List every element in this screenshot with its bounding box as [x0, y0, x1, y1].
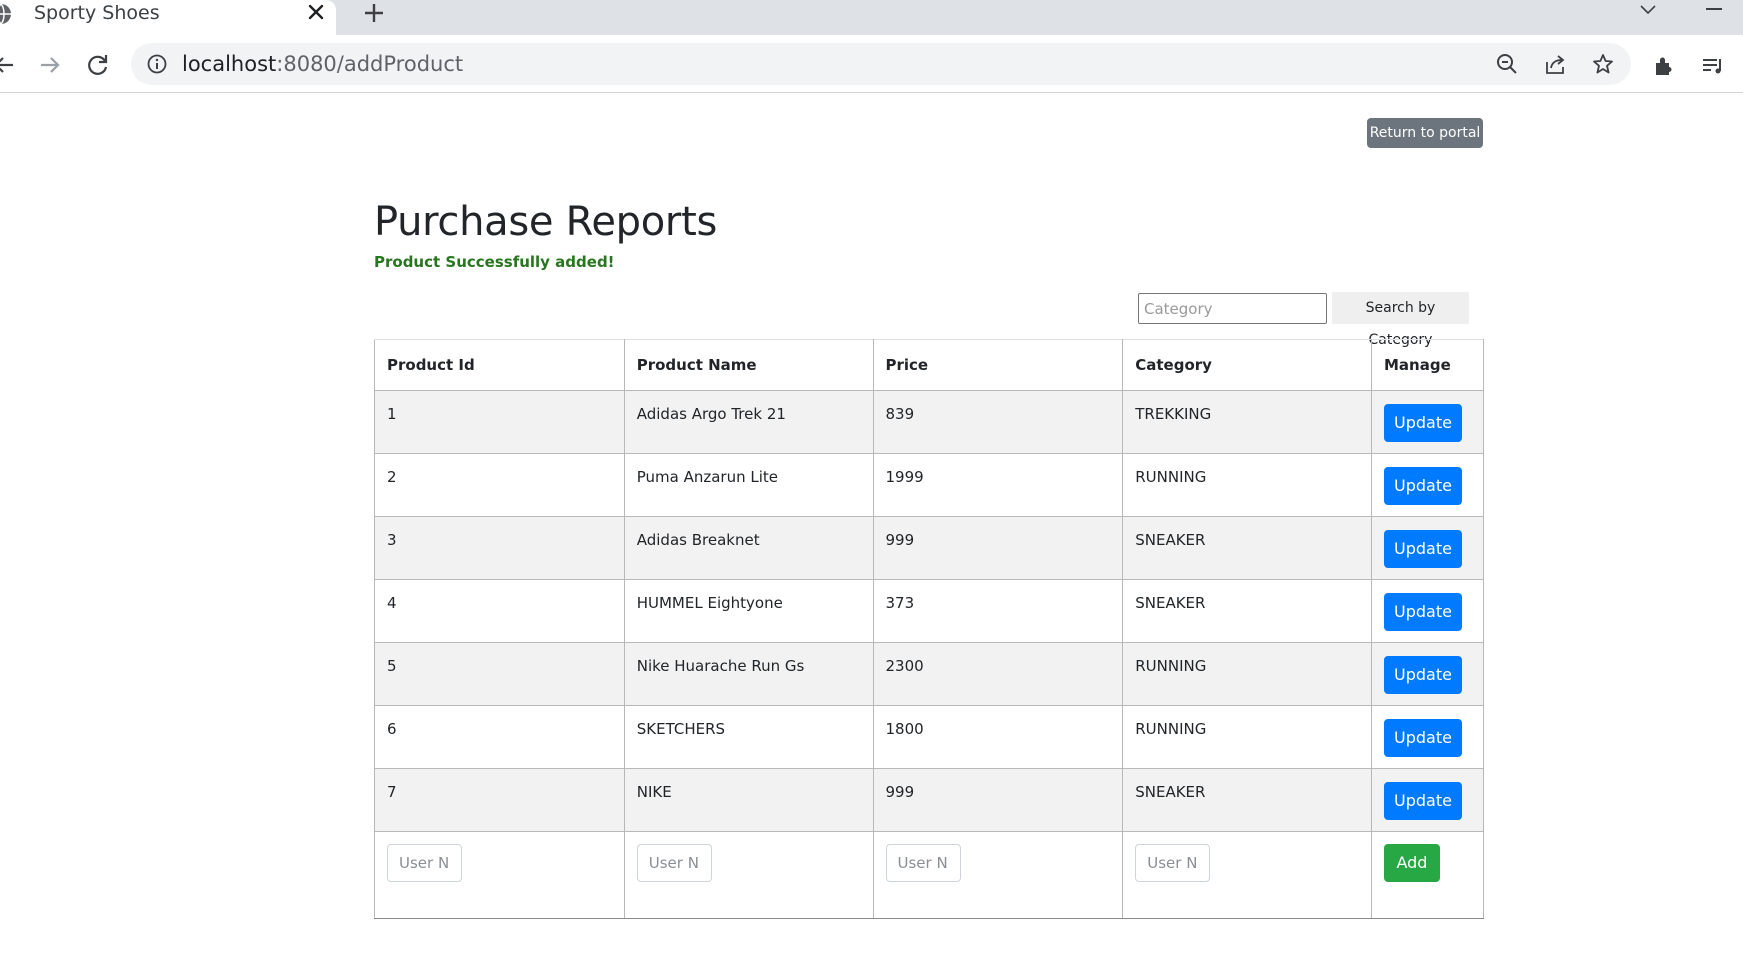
new-category-input[interactable]: [1135, 844, 1211, 882]
cell-manage: Update: [1370, 579, 1485, 643]
header-product-name: Product Name: [623, 339, 874, 391]
table-row: 1 Adidas Argo Trek 21 839 TREKKING Updat…: [374, 390, 1485, 454]
cell-manage: Update: [1370, 453, 1485, 517]
new-price-input[interactable]: [885, 844, 961, 882]
header-product-id: Product Id: [374, 339, 625, 391]
table-row: 3 Adidas Breaknet 999 SNEAKER Update: [374, 516, 1485, 580]
cell-new-category: [1122, 831, 1372, 919]
cell-product-name: Adidas Argo Trek 21: [623, 390, 874, 454]
browser-tab[interactable]: Sporty Shoes: [0, 0, 336, 35]
cell-product-name: HUMMEL Eightyone: [623, 579, 874, 643]
cell-price: 373: [872, 579, 1124, 643]
cell-product-name: SKETCHERS: [623, 705, 874, 769]
update-button[interactable]: Update: [1383, 656, 1462, 694]
update-button[interactable]: Update: [1383, 782, 1462, 820]
cell-price: 999: [872, 768, 1124, 832]
cell-price: 839: [872, 390, 1124, 454]
new-product-id-input[interactable]: [387, 844, 462, 882]
cell-product-name: NIKE: [623, 768, 874, 832]
tab-strip: Sporty Shoes: [0, 0, 1743, 35]
cell-add: Add: [1370, 831, 1485, 919]
cell-manage: Update: [1370, 705, 1485, 769]
page-title: Purchase Reports: [374, 199, 717, 245]
new-product-name-input[interactable]: [636, 844, 712, 882]
cell-category: RUNNING: [1122, 705, 1372, 769]
zoom-icon[interactable]: [1496, 53, 1518, 75]
search-by-category-button[interactable]: Search by Category: [1332, 292, 1469, 348]
cell-product-name: Puma Anzarun Lite: [623, 453, 874, 517]
share-icon[interactable]: [1544, 53, 1566, 75]
bookmark-star-icon[interactable]: [1592, 53, 1614, 75]
address-bar[interactable]: localhost:8080/addProduct: [131, 43, 1631, 85]
header-category: Category: [1122, 339, 1372, 391]
update-button[interactable]: Update: [1383, 404, 1462, 442]
reload-icon[interactable]: [85, 52, 111, 78]
minimize-window-icon[interactable]: [1706, 8, 1722, 10]
back-icon[interactable]: [0, 52, 18, 78]
tab-title: Sporty Shoes: [34, 2, 160, 24]
cell-product-id: 2: [374, 453, 625, 517]
cell-price: 1800: [872, 705, 1124, 769]
update-button[interactable]: Update: [1383, 593, 1462, 631]
cell-product-id: 1: [374, 390, 625, 454]
cell-category: SNEAKER: [1122, 768, 1372, 832]
cell-manage: Update: [1370, 516, 1485, 580]
cell-manage: Update: [1370, 768, 1485, 832]
table-row: 4 HUMMEL Eightyone 373 SNEAKER Update: [374, 579, 1485, 643]
update-button[interactable]: Update: [1383, 719, 1462, 757]
new-tab-icon[interactable]: [362, 1, 386, 25]
site-info-icon[interactable]: [147, 54, 167, 74]
url-text: localhost:8080/addProduct: [182, 52, 464, 76]
tab-search-chevron-icon[interactable]: [1638, 0, 1658, 20]
update-button[interactable]: Update: [1383, 530, 1462, 568]
header-price: Price: [872, 339, 1124, 391]
reading-list-icon[interactable]: [1700, 54, 1724, 78]
cell-product-name: Adidas Breaknet: [623, 516, 874, 580]
cell-price: 1999: [872, 453, 1124, 517]
cell-product-id: 4: [374, 579, 625, 643]
cell-product-id: 7: [374, 768, 625, 832]
cell-category: SNEAKER: [1122, 579, 1372, 643]
products-table: Product Id Product Name Price Category M…: [374, 339, 1485, 919]
success-message: Product Successfully added!: [374, 253, 615, 271]
category-search-input[interactable]: [1138, 293, 1327, 324]
browser-toolbar: localhost:8080/addProduct: [0, 35, 1743, 93]
cell-product-id: 3: [374, 516, 625, 580]
cell-category: SNEAKER: [1122, 516, 1372, 580]
extensions-icon[interactable]: [1652, 54, 1676, 78]
cell-new-product-id: [374, 831, 625, 919]
cell-price: 2300: [872, 642, 1124, 706]
cell-category: TREKKING: [1122, 390, 1372, 454]
cell-price: 999: [872, 516, 1124, 580]
header-manage: Manage: [1370, 339, 1485, 391]
cell-product-id: 6: [374, 705, 625, 769]
return-to-portal-button[interactable]: Return to portal: [1367, 118, 1483, 148]
table-row: 2 Puma Anzarun Lite 1999 RUNNING Update: [374, 453, 1485, 517]
globe-icon: [0, 3, 11, 25]
add-product-row: Add: [374, 831, 1485, 919]
table-row: 5 Nike Huarache Run Gs 2300 RUNNING Upda…: [374, 642, 1485, 706]
cell-manage: Update: [1370, 390, 1485, 454]
forward-icon[interactable]: [37, 52, 63, 78]
cell-new-price: [872, 831, 1124, 919]
close-tab-icon[interactable]: [306, 2, 326, 22]
add-button[interactable]: Add: [1383, 844, 1440, 882]
cell-product-id: 5: [374, 642, 625, 706]
cell-category: RUNNING: [1122, 453, 1372, 517]
table-row: 6 SKETCHERS 1800 RUNNING Update: [374, 705, 1485, 769]
cell-category: RUNNING: [1122, 642, 1372, 706]
update-button[interactable]: Update: [1383, 467, 1462, 505]
cell-new-product-name: [623, 831, 874, 919]
table-header-row: Product Id Product Name Price Category M…: [374, 339, 1485, 391]
cell-manage: Update: [1370, 642, 1485, 706]
cell-product-name: Nike Huarache Run Gs: [623, 642, 874, 706]
table-row: 7 NIKE 999 SNEAKER Update: [374, 768, 1485, 832]
